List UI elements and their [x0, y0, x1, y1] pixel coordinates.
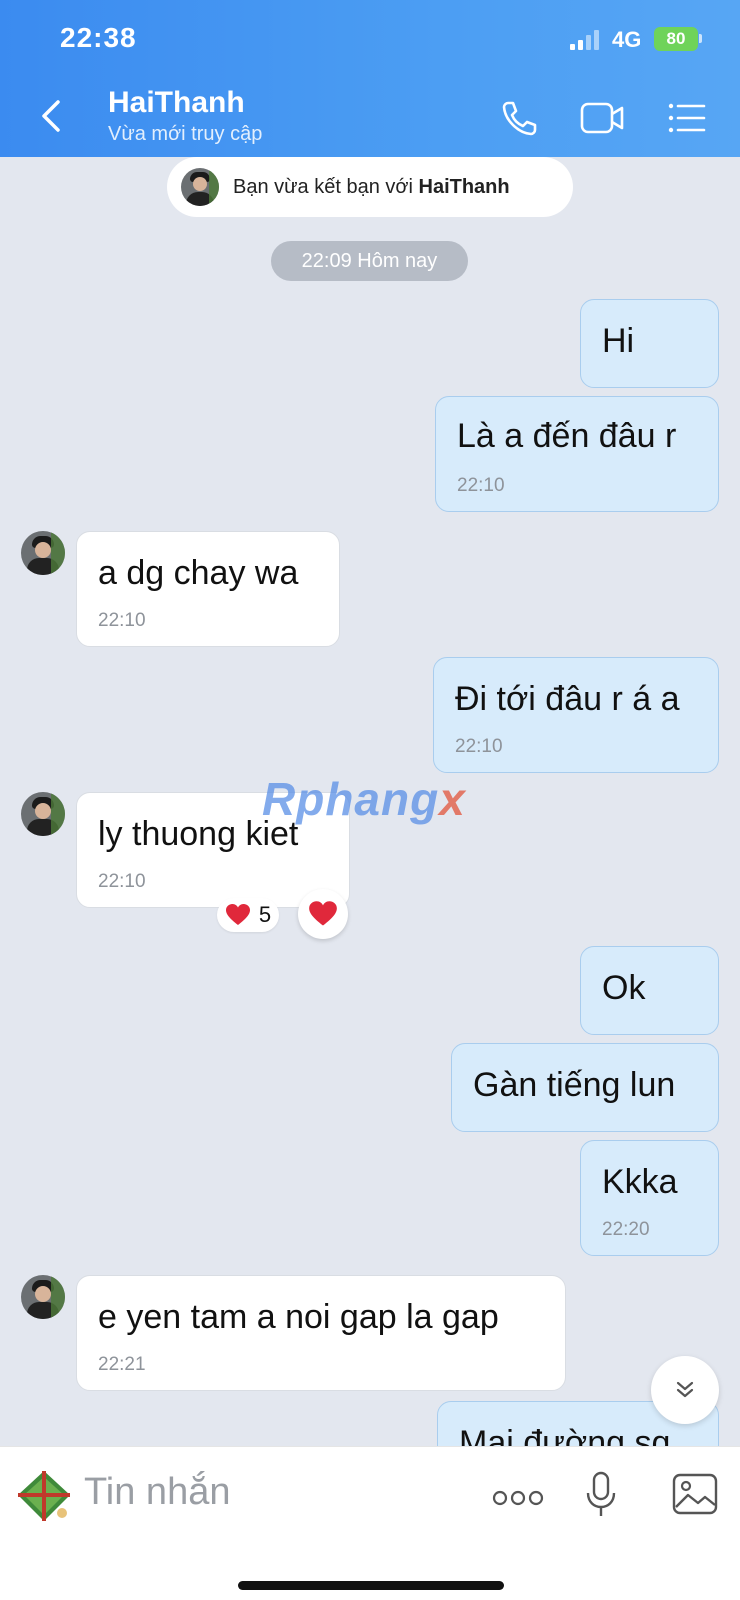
sender-avatar[interactable]: [21, 531, 65, 575]
battery-icon: 80: [654, 27, 698, 51]
message-bubble-sent[interactable]: Là a đến đâu r 22:10: [435, 396, 719, 512]
message-time: 22:10: [455, 736, 503, 757]
friend-added-notice: Bạn vừa kết bạn với HaiThanh: [167, 157, 573, 217]
video-call-icon[interactable]: [580, 98, 624, 138]
battery-level: 80: [666, 29, 686, 48]
sticker-icon[interactable]: [10, 1467, 76, 1527]
message-bubble-sent[interactable]: Hi: [580, 299, 719, 388]
message-text: Ok: [602, 969, 646, 1007]
message-bubble-received[interactable]: e yen tam a noi gap la gap 22:21: [76, 1275, 566, 1391]
message-text: Kkka: [602, 1163, 678, 1201]
microphone-icon[interactable]: [584, 1471, 618, 1519]
message-bubble-sent[interactable]: Gàn tiếng lun: [451, 1043, 719, 1132]
battery-cap: [699, 34, 702, 43]
chat-header: 22:38 4G 80 HaiThanh Vừa mới truy cập: [0, 0, 740, 157]
watermark: Rphangx: [262, 772, 466, 826]
message-text: Gàn tiếng lun: [473, 1066, 676, 1104]
message-text: Hi: [602, 322, 635, 360]
message-text: Đi tới đâu r á a: [455, 680, 680, 718]
message-time: 22:10: [98, 871, 146, 892]
message-text: Là a đến đâu r: [457, 417, 677, 455]
more-options-icon[interactable]: [492, 1487, 544, 1509]
message-bubble-sent[interactable]: Ok: [580, 946, 719, 1035]
image-gallery-icon[interactable]: [672, 1473, 718, 1515]
contact-status: Vừa mới truy cập: [108, 123, 263, 145]
reaction-count[interactable]: 5: [217, 898, 279, 932]
signal-icon: [570, 30, 600, 50]
network-type: 4G: [612, 27, 642, 52]
friend-notice-name: HaiThanh: [418, 175, 510, 198]
message-time: 22:20: [602, 1219, 650, 1240]
heart-icon: [225, 904, 250, 925]
status-time: 22:38: [60, 22, 137, 53]
message-time: 22:10: [98, 610, 146, 631]
message-input[interactable]: [84, 1471, 444, 1514]
friend-notice-text: Bạn vừa kết bạn với: [233, 175, 419, 198]
menu-list-icon[interactable]: [666, 98, 710, 138]
reaction-number: 5: [258, 902, 272, 927]
back-arrow-icon[interactable]: [36, 96, 66, 136]
message-bubble-sent[interactable]: Đi tới đâu r á a 22:10: [433, 657, 719, 773]
double-chevron-down-icon: [676, 1381, 694, 1398]
sender-avatar[interactable]: [21, 792, 65, 836]
message-composer: [0, 1446, 740, 1600]
message-time: 22:10: [457, 475, 505, 496]
message-time: 22:21: [98, 1354, 146, 1375]
phone-icon[interactable]: [500, 98, 544, 138]
react-button[interactable]: [298, 889, 348, 939]
message-bubble-sent[interactable]: Kkka 22:20: [580, 1140, 719, 1256]
sender-avatar[interactable]: [21, 1275, 65, 1319]
message-text: a dg chay wa: [98, 554, 299, 592]
home-indicator: [238, 1581, 504, 1590]
watermark-text: Rphang: [262, 773, 440, 825]
message-bubble-received[interactable]: a dg chay wa 22:10: [76, 531, 340, 647]
heart-icon: [309, 901, 337, 926]
watermark-accent: x: [439, 773, 466, 825]
date-separator: 22:09 Hôm nay: [271, 241, 468, 281]
message-text: e yen tam a noi gap la gap: [98, 1298, 499, 1336]
avatar: [181, 168, 219, 206]
contact-name[interactable]: HaiThanh: [108, 86, 245, 120]
scroll-to-bottom-button[interactable]: [651, 1356, 719, 1424]
